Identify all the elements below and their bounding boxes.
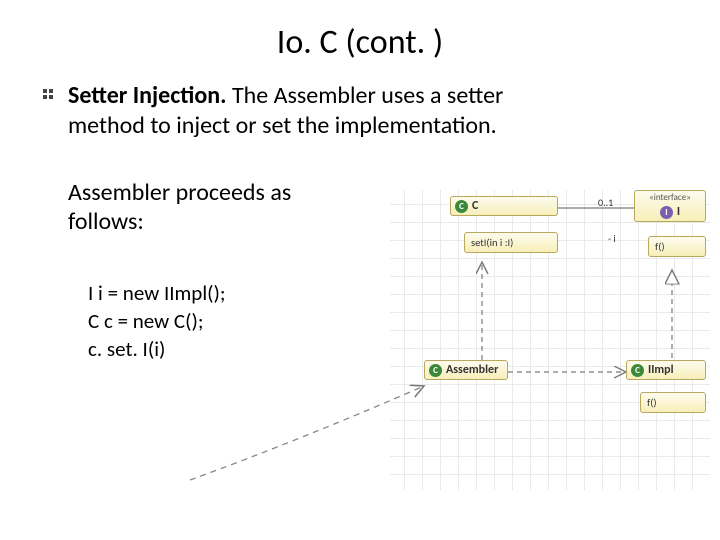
bullet-glyph-icon <box>42 88 58 102</box>
uml-diagram: C C setI(in i :I) «interface» I I f() C … <box>390 190 710 490</box>
uml-class-iimpl-compartment: f() <box>640 392 706 413</box>
uml-interface-i-op: f() <box>649 237 705 256</box>
class-badge-icon: C <box>455 200 468 213</box>
uml-class-c: C C <box>450 196 558 216</box>
uml-interface-i: «interface» I I <box>634 190 706 222</box>
slide-title: Io. C (cont. ) <box>0 0 720 81</box>
uml-interface-i-name: I <box>677 205 680 219</box>
uml-class-iimpl-name: IImpl <box>648 363 674 377</box>
bullet-text: Setter Injection. The Assembler uses a s… <box>68 81 548 141</box>
uml-class-iimpl: C IImpl <box>626 360 706 380</box>
interface-badge-icon: I <box>660 206 673 219</box>
uml-interface-i-compartment: f() <box>648 236 706 257</box>
bullet-item: Setter Injection. The Assembler uses a s… <box>42 81 678 141</box>
uml-class-assembler-name: Assembler <box>446 363 498 377</box>
sub-paragraph: Assembler proceeds as follows: <box>68 179 368 237</box>
uml-interface-i-stereo: «interface» <box>635 191 705 203</box>
uml-class-c-op: setI(in i :I) <box>465 233 557 252</box>
uml-multiplicity: 0..1 <box>598 196 613 209</box>
uml-class-c-name: C <box>472 199 478 213</box>
uml-interface-i-header: I I <box>635 203 705 221</box>
class-badge-icon: C <box>631 364 644 377</box>
uml-class-iimpl-header: C IImpl <box>627 361 705 379</box>
uml-class-assembler-header: C Assembler <box>425 361 507 379</box>
uml-role: - i <box>608 232 616 245</box>
uml-class-iimpl-op: f() <box>641 393 705 412</box>
bullet-strong: Setter Injection. <box>68 81 227 110</box>
class-badge-icon: C <box>429 364 442 377</box>
uml-class-assembler: C Assembler <box>424 360 508 380</box>
uml-class-c-compartment: setI(in i :I) <box>464 232 558 253</box>
uml-class-c-header: C C <box>451 197 557 215</box>
